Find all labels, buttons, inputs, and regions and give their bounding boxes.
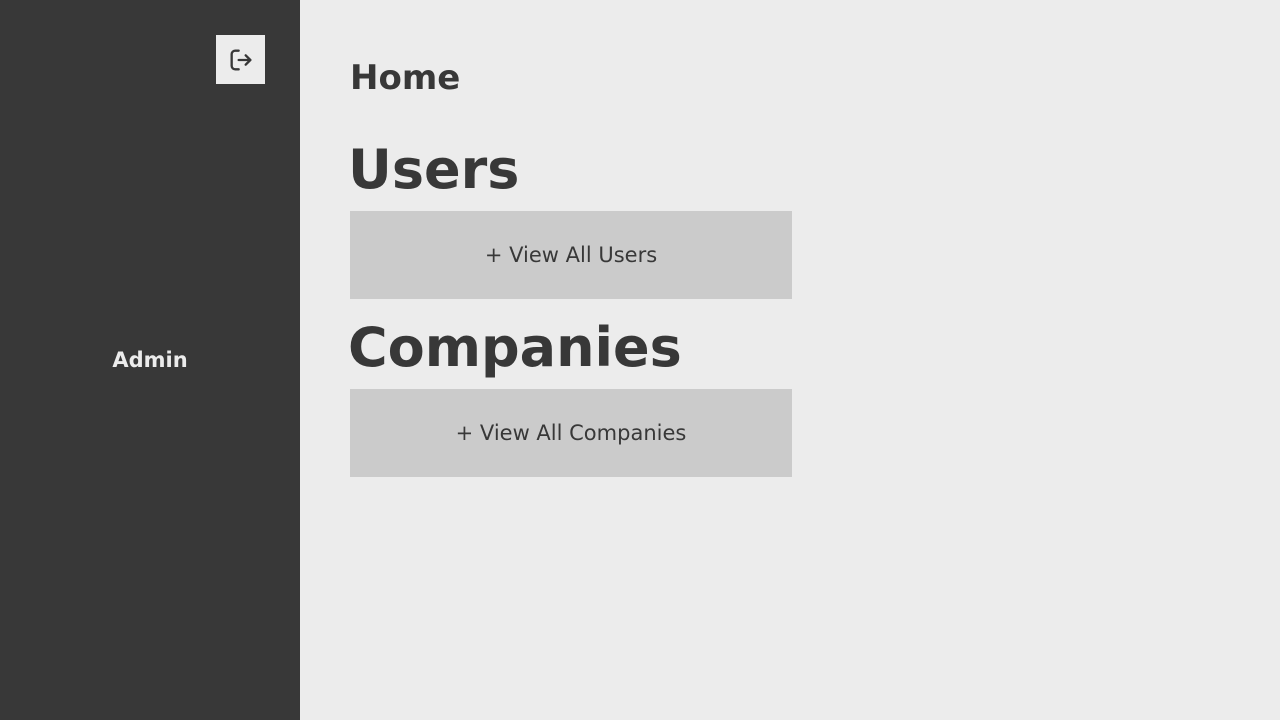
sidebar-username: Admin	[112, 348, 188, 372]
logout-button[interactable]	[216, 35, 265, 84]
main-content: Home Users + View All Users Companies + …	[300, 0, 1280, 720]
app-root: Admin Home Users + View All Users Compan…	[0, 0, 1280, 720]
view-all-companies-button[interactable]: + View All Companies	[350, 389, 792, 477]
users-heading: Users	[348, 138, 520, 201]
page-title: Home	[350, 58, 461, 98]
sidebar: Admin	[0, 0, 300, 720]
companies-heading: Companies	[348, 316, 682, 379]
logout-icon	[227, 46, 255, 74]
view-all-users-button[interactable]: + View All Users	[350, 211, 792, 299]
